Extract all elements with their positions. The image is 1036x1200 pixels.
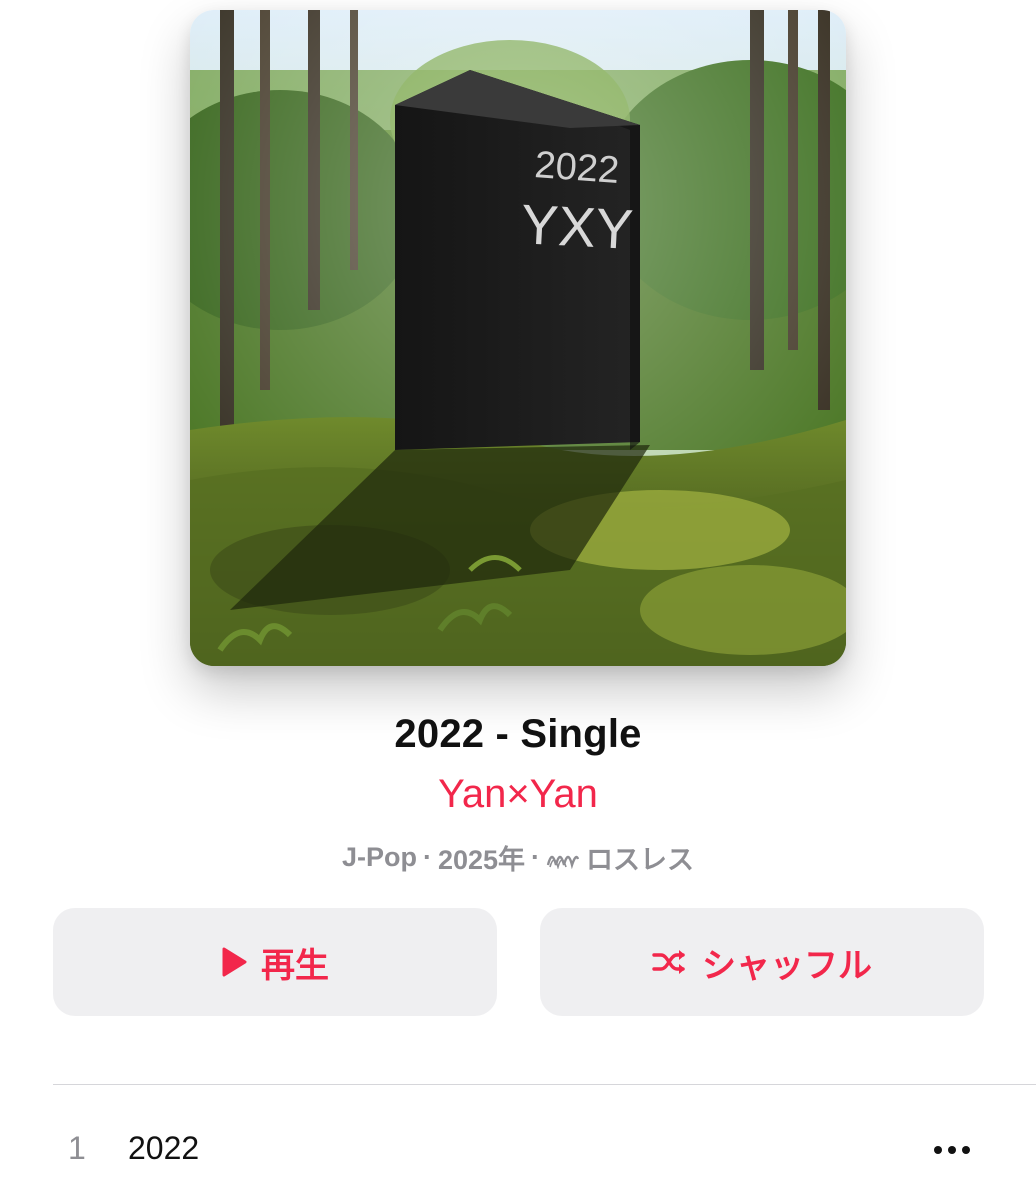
meta-separator: · bbox=[422, 842, 432, 872]
shuffle-button[interactable]: シャッフル bbox=[540, 908, 984, 1016]
album-artwork[interactable]: 2022 YXY bbox=[190, 10, 846, 666]
play-button-label: 再生 bbox=[261, 946, 329, 985]
track-title: 2022 bbox=[128, 1130, 200, 1166]
album-title: 2022 - Single bbox=[394, 712, 642, 756]
artwork-name-text: YXY bbox=[519, 192, 634, 261]
more-options-button[interactable] bbox=[926, 1134, 978, 1166]
quality-label: ロスレス bbox=[586, 845, 695, 875]
lossless-icon bbox=[546, 847, 580, 869]
tracklist-divider bbox=[53, 1084, 1036, 1085]
album-meta: J-Pop · 2025年 · ロスレス bbox=[0, 838, 1036, 877]
more-icon bbox=[934, 1146, 970, 1154]
shuffle-button-label: シャッフル bbox=[702, 946, 872, 985]
artist-link[interactable]: Yan×Yan bbox=[0, 772, 1036, 817]
play-button[interactable]: 再生 bbox=[53, 908, 497, 1016]
artwork-image: 2022 YXY bbox=[190, 10, 846, 666]
genre-label: J-Pop bbox=[341, 842, 417, 872]
album-page: 2022 YXY 2022 - Single Yan×Yan J-Pop · 2… bbox=[0, 0, 1036, 1200]
track-row[interactable]: 1 2022 bbox=[0, 1100, 1036, 1200]
meta-separator: · bbox=[531, 842, 541, 872]
play-icon bbox=[221, 947, 247, 977]
track-number: 1 bbox=[68, 1130, 86, 1166]
year-label: 2025年 bbox=[437, 845, 526, 875]
shuffle-icon bbox=[652, 948, 688, 976]
artwork-year-text: 2022 bbox=[533, 144, 620, 192]
